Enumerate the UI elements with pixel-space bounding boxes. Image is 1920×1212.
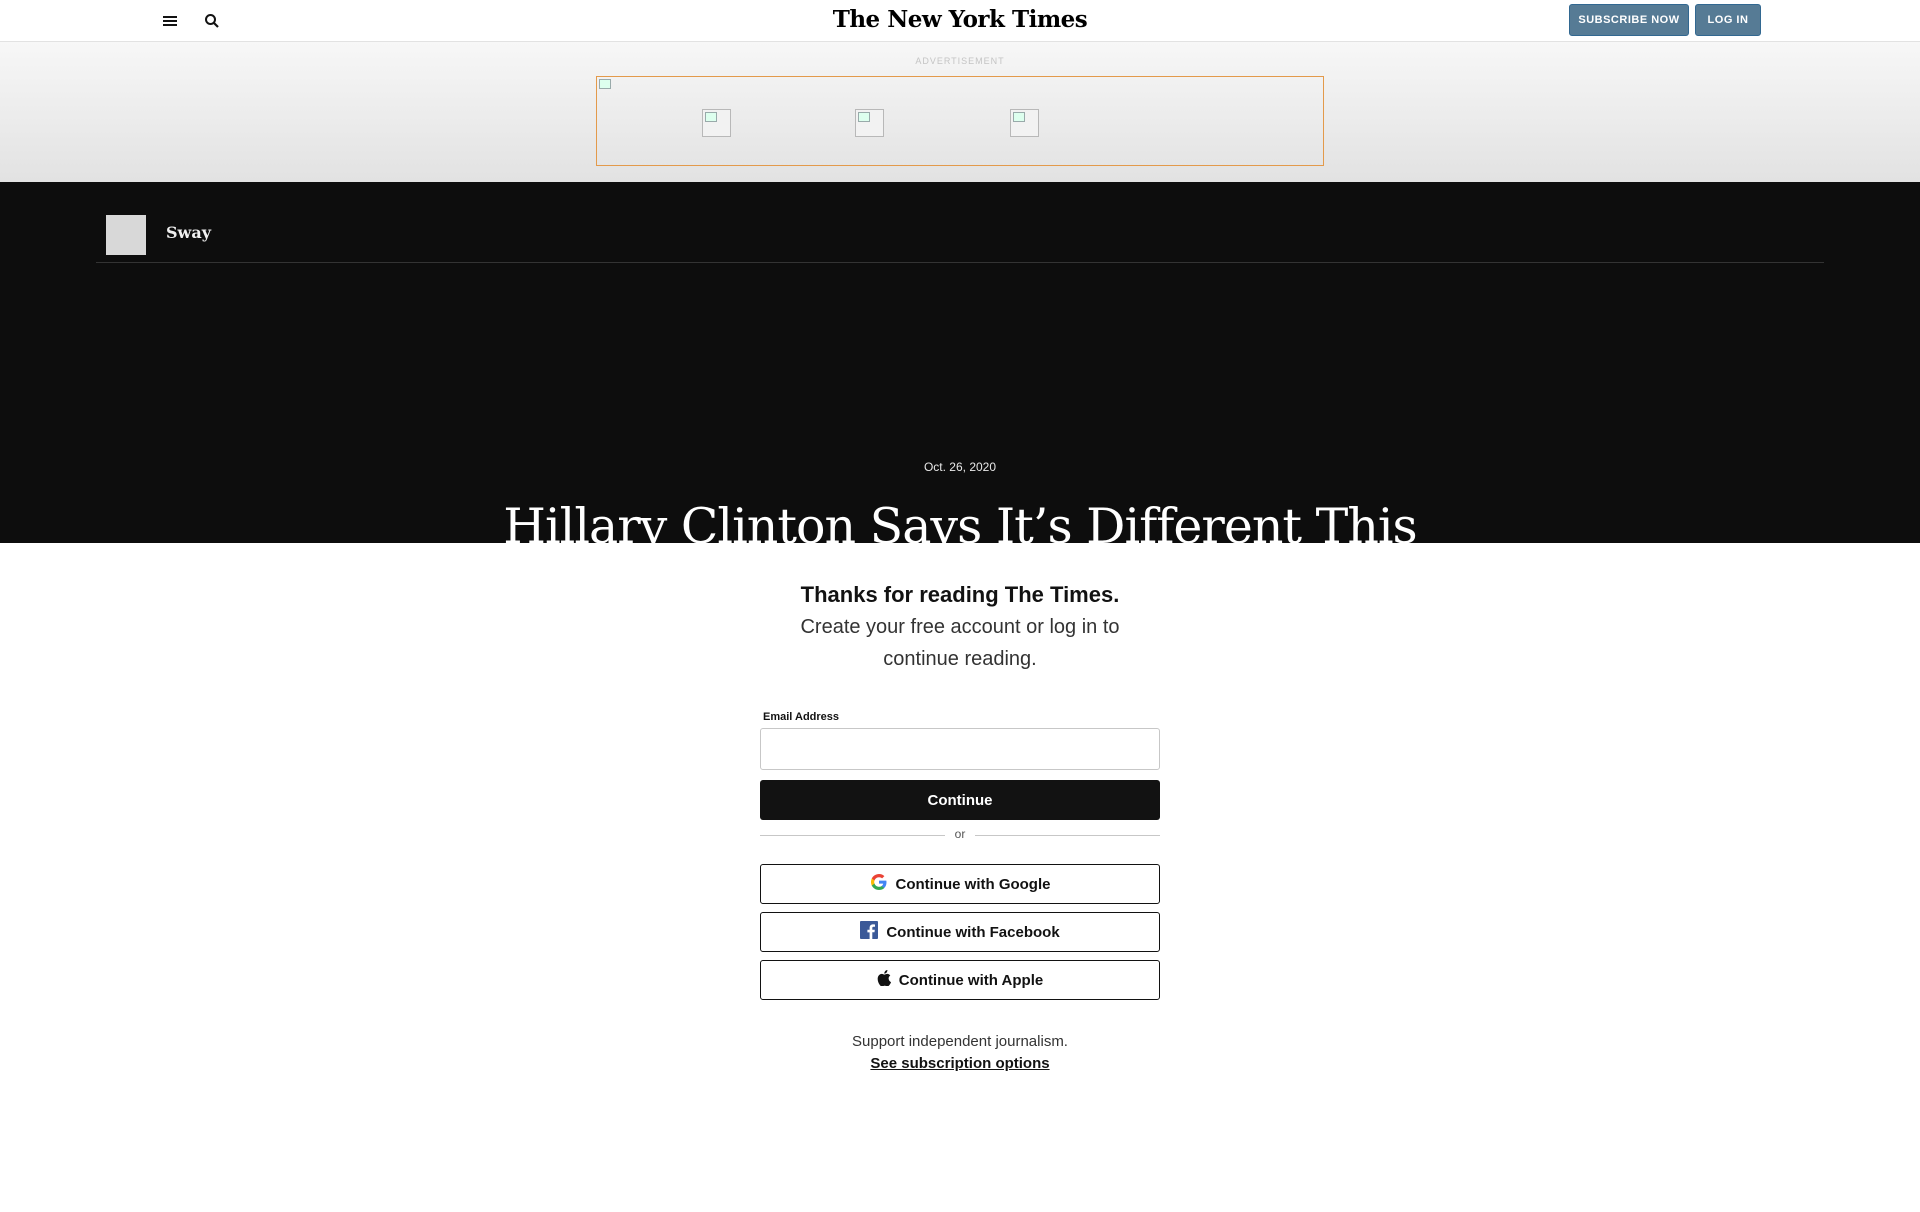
email-field[interactable] [760, 728, 1160, 770]
advertisement-band: ADVERTISEMENT [0, 42, 1920, 182]
email-label: Email Address [763, 711, 840, 723]
continue-with-facebook-button[interactable]: Continue with Facebook [760, 912, 1160, 952]
advertisement-label: ADVERTISEMENT [915, 56, 1005, 66]
support-text: Support independent journalism. [852, 1033, 1068, 1050]
article-hero: Sway Oct. 26, 2020 Hillary Clinton Says … [0, 182, 1920, 543]
continue-button[interactable]: Continue [760, 780, 1160, 820]
log-in-button[interactable]: LOG IN [1695, 4, 1761, 36]
divider [975, 835, 1160, 836]
hamburger-menu-icon[interactable] [158, 9, 182, 33]
top-bar: The New York Times SUBSCRIBE NOW LOG IN [0, 0, 1920, 42]
continue-with-apple-button[interactable]: Continue with Apple [760, 960, 1160, 1000]
registration-wall: Thanks for reading The Times. Create you… [0, 543, 1920, 1212]
broken-image-icon [597, 77, 613, 93]
column-logo[interactable] [106, 215, 146, 255]
search-icon[interactable] [200, 9, 224, 33]
regwall-title: Thanks for reading The Times. [800, 582, 1120, 607]
apple-button-label: Continue with Apple [898, 971, 1044, 989]
google-button-label: Continue with Google [895, 875, 1051, 893]
apple-icon [877, 970, 891, 990]
continue-with-google-button[interactable]: Continue with Google [760, 864, 1160, 904]
or-label: or [954, 827, 966, 841]
divider [96, 262, 1824, 263]
subscription-options-link-wrap: See subscription options [0, 1055, 1920, 1072]
google-icon [870, 873, 888, 895]
article-headline: Hillary Clinton Says It’s Different This [503, 498, 1417, 543]
facebook-icon [860, 921, 879, 943]
broken-image-icon[interactable] [1010, 109, 1039, 137]
regwall-subtitle: Create your free account or log in to co… [800, 616, 1120, 670]
ad-frame[interactable] [596, 76, 1324, 166]
article-date: Oct. 26, 2020 [923, 460, 997, 474]
broken-image-icon[interactable] [855, 109, 884, 137]
subscribe-now-button[interactable]: SUBSCRIBE NOW [1569, 4, 1689, 36]
see-subscription-options-link[interactable]: See subscription options [870, 1055, 1049, 1072]
or-divider: or [760, 827, 1160, 843]
facebook-button-label: Continue with Facebook [886, 923, 1060, 941]
broken-image-icon[interactable] [702, 109, 731, 137]
column-name[interactable]: Sway [166, 223, 211, 242]
